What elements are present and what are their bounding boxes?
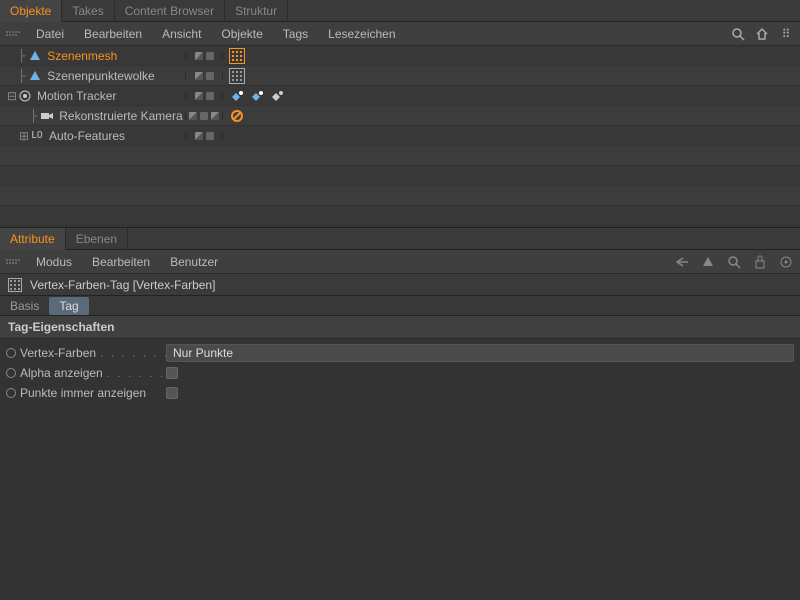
branch-icon: ├ bbox=[30, 109, 37, 123]
solver-tag-icon[interactable] bbox=[269, 88, 285, 104]
prop-label-text: Punkte immer anzeigen bbox=[20, 386, 146, 400]
menu-datei[interactable]: Datei bbox=[26, 27, 74, 41]
visibility-toggles[interactable] bbox=[185, 112, 223, 120]
tree-row-empty bbox=[0, 166, 800, 186]
grip-icon bbox=[6, 259, 20, 264]
sub-tab-basis[interactable]: Basis bbox=[0, 297, 49, 315]
solver-tag-icon[interactable] bbox=[229, 88, 245, 104]
tree-row-empty bbox=[0, 206, 800, 226]
prop-punkte-immer: Punkte immer anzeigen bbox=[0, 383, 800, 403]
nav-back-icon[interactable] bbox=[674, 254, 690, 270]
mesh-icon bbox=[28, 49, 42, 63]
object-label: Szenenmesh bbox=[47, 49, 117, 63]
tab-attribute[interactable]: Attribute bbox=[0, 228, 66, 250]
menu-ansicht[interactable]: Ansicht bbox=[152, 27, 211, 41]
menu-tags[interactable]: Tags bbox=[273, 27, 318, 41]
features-icon: L0 bbox=[30, 129, 44, 143]
tree-row-rekonstruierte-kamera[interactable]: ├ Rekonstruierte Kamera bbox=[0, 106, 800, 126]
object-tree: ├ Szenenmesh ├ Szenenpunktewolke bbox=[0, 46, 800, 227]
object-label: Szenenpunktewolke bbox=[47, 69, 154, 83]
menu-objekte[interactable]: Objekte bbox=[211, 27, 272, 41]
vertex-color-tag-icon[interactable] bbox=[229, 48, 245, 64]
branch-icon: ├ bbox=[18, 69, 25, 83]
visibility-toggles[interactable] bbox=[185, 52, 223, 60]
visibility-toggles[interactable] bbox=[185, 72, 223, 80]
object-label: Motion Tracker bbox=[37, 89, 116, 103]
tree-row-szenenmesh[interactable]: ├ Szenenmesh bbox=[0, 46, 800, 66]
attribute-header: Vertex-Farben-Tag [Vertex-Farben] bbox=[0, 274, 800, 296]
tab-objekte[interactable]: Objekte bbox=[0, 0, 62, 22]
tab-takes[interactable]: Takes bbox=[62, 0, 114, 22]
search-icon[interactable] bbox=[730, 26, 746, 42]
prop-vertex-farben: Vertex-Farben. . . . . . . Nur Punkte bbox=[0, 343, 800, 363]
section-header: Tag-Eigenschaften bbox=[0, 316, 800, 339]
visibility-toggles[interactable] bbox=[185, 92, 223, 100]
menu-modus[interactable]: Modus bbox=[26, 255, 82, 269]
collapse-icon[interactable]: ⊟ bbox=[6, 89, 18, 103]
radio-icon[interactable] bbox=[6, 368, 16, 378]
branch-icon: ├ bbox=[18, 49, 25, 63]
properties-list: Vertex-Farben. . . . . . . Nur Punkte Al… bbox=[0, 339, 800, 407]
top-tabs: Objekte Takes Content Browser Struktur bbox=[0, 0, 800, 22]
camera-icon bbox=[40, 109, 54, 123]
mesh-icon bbox=[28, 69, 42, 83]
menu-lesezeichen[interactable]: Lesezeichen bbox=[318, 27, 405, 41]
radio-icon[interactable] bbox=[6, 348, 16, 358]
object-label: Rekonstruierte Kamera bbox=[59, 109, 182, 123]
bottom-tabs: Attribute Ebenen bbox=[0, 228, 800, 250]
tab-struktur[interactable]: Struktur bbox=[225, 0, 288, 22]
target-icon[interactable] bbox=[778, 254, 794, 270]
nav-up-icon[interactable] bbox=[700, 254, 716, 270]
vertex-farben-dropdown[interactable]: Nur Punkte bbox=[166, 344, 794, 362]
prop-label-text: Alpha anzeigen bbox=[20, 366, 103, 380]
expand-icon[interactable]: ⊞ bbox=[18, 129, 30, 143]
radio-icon[interactable] bbox=[6, 388, 16, 398]
disable-tag-icon[interactable] bbox=[229, 108, 245, 124]
object-menubar: Datei Bearbeiten Ansicht Objekte Tags Le… bbox=[0, 22, 800, 46]
tree-row-auto-features[interactable]: ⊞ L0 Auto-Features bbox=[0, 126, 800, 146]
prop-alpha-anzeigen: Alpha anzeigen. . . . . . . bbox=[0, 363, 800, 383]
attribute-title: Vertex-Farben-Tag [Vertex-Farben] bbox=[30, 278, 215, 292]
lock-icon[interactable] bbox=[752, 254, 768, 270]
tracker-icon bbox=[18, 89, 32, 103]
grip-icon bbox=[6, 31, 20, 36]
attribute-menubar: Modus Bearbeiten Benutzer bbox=[0, 250, 800, 274]
attribute-sub-tabs: Basis Tag bbox=[0, 296, 800, 316]
tree-row-szenenpunktewolke[interactable]: ├ Szenenpunktewolke bbox=[0, 66, 800, 86]
menu-benutzer[interactable]: Benutzer bbox=[160, 255, 228, 269]
home-icon[interactable] bbox=[754, 26, 770, 42]
object-label: Auto-Features bbox=[49, 129, 125, 143]
alpha-checkbox[interactable] bbox=[166, 367, 178, 379]
tab-content-browser[interactable]: Content Browser bbox=[115, 0, 225, 22]
menu-bearbeiten[interactable]: Bearbeiten bbox=[82, 255, 160, 269]
menu-bearbeiten[interactable]: Bearbeiten bbox=[74, 27, 152, 41]
vertex-color-tag-icon[interactable] bbox=[229, 68, 245, 84]
solver-tag-icon[interactable] bbox=[249, 88, 265, 104]
search-icon[interactable] bbox=[726, 254, 742, 270]
visibility-toggles[interactable] bbox=[185, 132, 223, 140]
prop-label-text: Vertex-Farben bbox=[20, 346, 96, 360]
tab-ebenen[interactable]: Ebenen bbox=[66, 228, 128, 250]
tree-row-empty bbox=[0, 186, 800, 206]
sub-tab-tag[interactable]: Tag bbox=[49, 297, 88, 315]
tree-row-motion-tracker[interactable]: ⊟ Motion Tracker bbox=[0, 86, 800, 106]
tree-row-empty bbox=[0, 146, 800, 166]
vertex-color-tag-icon bbox=[8, 278, 22, 292]
punkte-immer-checkbox[interactable] bbox=[166, 387, 178, 399]
menu-icon[interactable]: ⠿ bbox=[778, 26, 794, 42]
